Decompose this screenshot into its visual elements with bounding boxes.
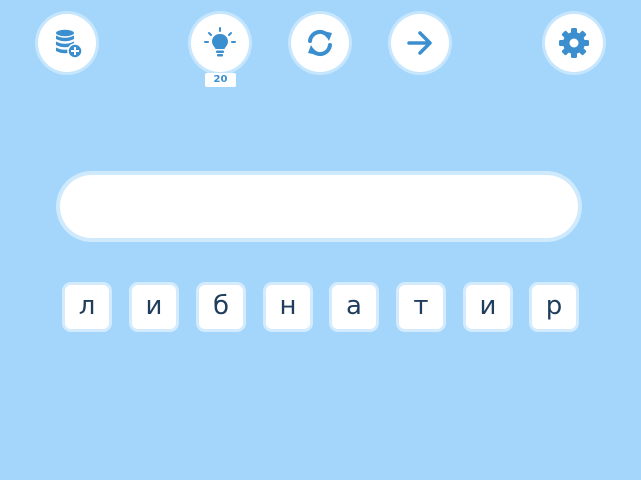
letter-tile[interactable]: т	[396, 282, 446, 332]
letter-tile[interactable]: и	[129, 282, 179, 332]
refresh-button[interactable]	[291, 14, 349, 72]
letter-tile[interactable]: л	[62, 282, 112, 332]
answer-field[interactable]	[56, 171, 582, 242]
letter-tile[interactable]: б	[196, 282, 246, 332]
letter-tile[interactable]: н	[263, 282, 313, 332]
letter-tiles: л и б н а т и р	[0, 282, 641, 332]
hint-count-badge: 20	[205, 73, 236, 87]
letter-tile[interactable]: а	[329, 282, 379, 332]
hint-button[interactable]	[191, 14, 249, 72]
answer-text	[60, 175, 578, 238]
gear-icon	[557, 26, 591, 60]
coins-add-icon	[50, 26, 84, 60]
settings-button[interactable]	[545, 14, 603, 72]
letter-tile[interactable]: и	[463, 282, 513, 332]
lightbulb-icon	[203, 26, 237, 60]
refresh-icon	[303, 26, 337, 60]
next-button[interactable]	[391, 14, 449, 72]
buy-coins-button[interactable]	[38, 14, 96, 72]
arrow-right-icon	[403, 26, 437, 60]
letter-tile[interactable]: р	[529, 282, 579, 332]
